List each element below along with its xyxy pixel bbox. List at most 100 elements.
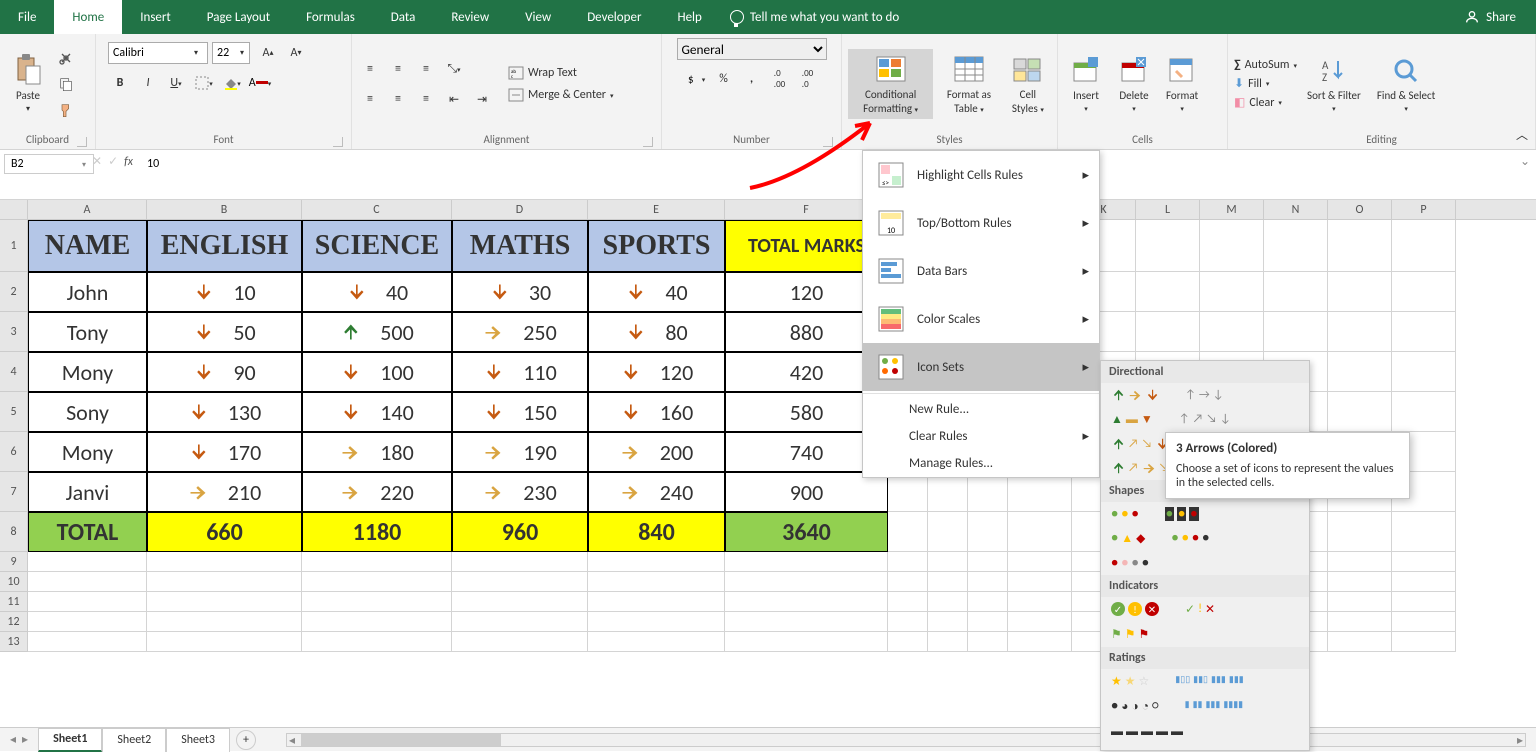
cell[interactable] — [1392, 392, 1456, 432]
cell[interactable] — [888, 632, 928, 652]
cell[interactable] — [1328, 592, 1392, 612]
tab-help[interactable]: Help — [659, 0, 719, 34]
cell[interactable] — [725, 552, 888, 572]
formula-input[interactable] — [143, 154, 1536, 174]
tab-insert[interactable]: Insert — [122, 0, 189, 34]
row-header[interactable]: 1 — [0, 220, 28, 272]
cell[interactable] — [968, 592, 1008, 612]
cell[interactable]: 960 — [452, 512, 588, 552]
column-header[interactable]: C — [302, 200, 452, 219]
number-format-select[interactable]: General — [677, 38, 827, 60]
color-scales-item[interactable]: Color Scales ▸ — [863, 295, 1099, 343]
dialog-launcher-icon[interactable] — [333, 137, 343, 147]
cell[interactable] — [928, 472, 968, 512]
cell[interactable] — [1392, 612, 1456, 632]
cell[interactable] — [302, 592, 452, 612]
cell[interactable]: 200 — [588, 432, 725, 472]
increase-indent-button[interactable]: ⇥ — [470, 88, 494, 110]
cell[interactable] — [28, 612, 147, 632]
orientation-button[interactable]: ⤡▾ — [442, 58, 466, 80]
row-header[interactable]: 12 — [0, 612, 28, 632]
cell[interactable]: 110 — [452, 352, 588, 392]
iconset-4traffic-lights[interactable]: ●●●● — [1169, 529, 1211, 548]
row-header[interactable]: 13 — [0, 632, 28, 652]
cell[interactable]: ENGLISH — [147, 220, 302, 272]
cell[interactable]: 50 — [147, 312, 302, 352]
dialog-launcher-icon[interactable] — [643, 137, 653, 147]
row-header[interactable]: 7 — [0, 472, 28, 512]
iconset-3symbols[interactable]: ✓!✕ — [1183, 600, 1217, 619]
cell[interactable] — [452, 632, 588, 652]
iconset-3symbols-circled[interactable]: ✓!✕ — [1109, 600, 1161, 619]
iconset-3signs[interactable]: ●▲◆ — [1109, 529, 1147, 548]
iconset-5quarters[interactable]: ●◕◑◔○ — [1109, 697, 1161, 716]
row-header[interactable]: 8 — [0, 512, 28, 552]
cell[interactable] — [968, 472, 1008, 512]
tab-formulas[interactable]: Formulas — [288, 0, 373, 34]
column-header[interactable]: M — [1200, 200, 1264, 219]
tab-page-layout[interactable]: Page Layout — [189, 0, 288, 34]
wrap-text-button[interactable]: abcWrap Text — [508, 66, 614, 80]
cell[interactable] — [968, 552, 1008, 572]
cell[interactable] — [928, 572, 968, 592]
cell[interactable] — [302, 572, 452, 592]
iconset-4arrows-gray[interactable]: ↑↗↘↓ — [1177, 410, 1233, 429]
cell[interactable] — [1328, 352, 1392, 392]
fill-color-button[interactable]: ▾ — [220, 72, 244, 94]
iconset-5boxes[interactable]: ▬▬▬▬▬ — [1109, 722, 1185, 741]
name-box[interactable] — [4, 154, 94, 174]
conditional-formatting-button[interactable]: Conditional Formatting ▾ — [848, 49, 933, 118]
bold-button[interactable]: B — [108, 72, 132, 94]
cell[interactable] — [28, 572, 147, 592]
cell[interactable]: John — [28, 272, 147, 312]
tab-home[interactable]: Home — [54, 0, 122, 34]
font-name-select[interactable] — [108, 42, 208, 64]
cell[interactable]: 30 — [452, 272, 588, 312]
align-bottom-button[interactable]: ≡ — [414, 58, 438, 80]
cell[interactable] — [1200, 312, 1264, 352]
tab-data[interactable]: Data — [373, 0, 434, 34]
cell[interactable] — [928, 592, 968, 612]
format-cells-button[interactable]: Format▾ — [1160, 50, 1204, 118]
cell[interactable]: 40 — [588, 272, 725, 312]
data-bars-item[interactable]: Data Bars ▸ — [863, 247, 1099, 295]
cell[interactable]: 250 — [452, 312, 588, 352]
border-button[interactable]: ▾ — [192, 72, 216, 94]
merge-center-button[interactable]: Merge & Center ▾ — [508, 88, 614, 102]
column-header[interactable]: L — [1136, 200, 1200, 219]
cell[interactable]: TOTAL — [28, 512, 147, 552]
iconset-3arrows-gray[interactable]: ↑→↓ — [1183, 386, 1226, 404]
row-header[interactable]: 6 — [0, 432, 28, 472]
column-header[interactable]: P — [1392, 200, 1456, 219]
sheet-nav-prev[interactable]: ◂ — [10, 732, 16, 747]
cell[interactable]: Tony — [28, 312, 147, 352]
accounting-format-button[interactable]: $▾ — [684, 68, 708, 90]
cell[interactable] — [1392, 632, 1456, 652]
fill-button[interactable]: ⬇ Fill ▾ — [1234, 76, 1297, 91]
cell[interactable] — [302, 632, 452, 652]
decrease-font-button[interactable]: A▾ — [284, 42, 308, 64]
cell[interactable]: 140 — [302, 392, 452, 432]
row-header[interactable]: 9 — [0, 552, 28, 572]
icon-sets-item[interactable]: Icon Sets ▸ — [863, 343, 1099, 391]
cell[interactable] — [888, 592, 928, 612]
cell[interactable] — [725, 592, 888, 612]
cell[interactable]: 10 — [147, 272, 302, 312]
row-header[interactable]: 5 — [0, 392, 28, 432]
row-header[interactable]: 4 — [0, 352, 28, 392]
cell[interactable]: Mony — [28, 432, 147, 472]
sheet-tab[interactable]: Sheet3 — [166, 728, 230, 752]
cell[interactable] — [1328, 612, 1392, 632]
delete-cells-button[interactable]: Delete▾ — [1112, 50, 1156, 118]
dialog-launcher-icon[interactable] — [77, 137, 87, 147]
decrease-decimal-button[interactable]: .00.0 — [796, 68, 820, 90]
iconset-4arrows-colored[interactable]: ↗↘ — [1109, 435, 1171, 453]
highlight-cells-rules-item[interactable]: ≤> Highlight Cells Rules ▸ — [863, 151, 1099, 199]
autosum-button[interactable]: ∑ AutoSum ▾ — [1234, 58, 1297, 72]
tab-file[interactable]: File — [0, 0, 54, 34]
cell[interactable] — [147, 552, 302, 572]
tab-view[interactable]: View — [507, 0, 569, 34]
cell[interactable]: 130 — [147, 392, 302, 432]
cell[interactable] — [928, 612, 968, 632]
share-button[interactable]: Share — [1464, 9, 1516, 25]
